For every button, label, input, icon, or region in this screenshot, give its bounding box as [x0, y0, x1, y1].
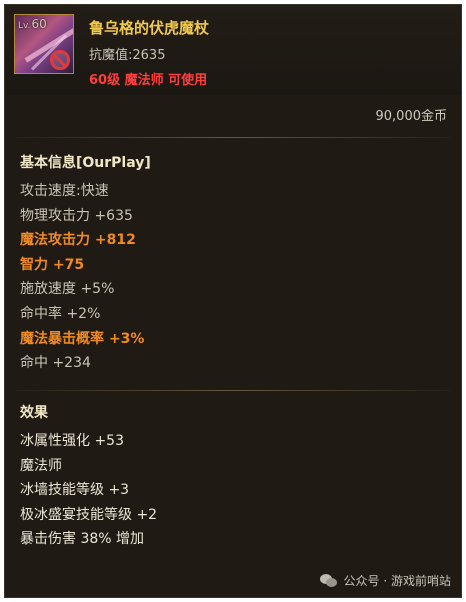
basic-stat-row: 攻击速度:快速: [20, 183, 109, 199]
level-prefix: Lv.: [18, 21, 31, 31]
divider: [15, 390, 451, 391]
effects-section: 效果 冰属性强化 +53 魔法师冰墙技能等级 +3 极冰盛宴技能等级 +2 暴击伤害 …: [20, 402, 157, 552]
basic-stat-row: 智力 +75: [20, 256, 85, 273]
basic-stat-row: 魔法暴击概率 +3%: [20, 330, 145, 347]
effect-row: 极冰盛宴技能等级 +2: [20, 506, 158, 523]
usage-requirement: 60级 魔法师 可使用: [89, 73, 208, 88]
effect-row: 冰属性强化 +53: [20, 433, 124, 449]
resist-value: 抗魔值:2635: [89, 48, 166, 63]
divider: [15, 137, 451, 138]
effects-list: 冰属性强化 +53 魔法师冰墙技能等级 +3 极冰盛宴技能等级 +2 暴击伤害 38%…: [20, 429, 157, 552]
effects-title: 效果: [20, 405, 48, 421]
level-badge: Lv.60: [18, 17, 47, 31]
basic-info-list: 攻击速度:快速物理攻击力 +635 魔法攻击力 +812 智力 +75 施放速度 +5…: [20, 179, 151, 376]
basic-stat-row: 施放速度 +5%: [20, 281, 115, 298]
basic-stat-row: 命中 +234: [20, 355, 91, 372]
item-icon: Lv.60: [14, 14, 74, 74]
effect-row: 魔法师: [20, 457, 62, 474]
basic-stat-row: 命中率 +2%: [20, 305, 101, 322]
watermark: 公众号 · 游戏前哨站: [319, 572, 451, 589]
level-value: 60: [31, 17, 47, 31]
basic-info-title: 基本信息[OurPlay]: [20, 155, 151, 171]
effect-row: 冰墙技能等级 +3: [20, 482, 130, 499]
watermark-text: 公众号 · 游戏前哨站: [343, 574, 451, 588]
item-name: 鲁乌格的伏虎魔杖: [89, 19, 210, 37]
item-tooltip: Lv.60 鲁乌格的伏虎魔杖 抗魔值:2635 60级 魔法师 可使用 90,0…: [4, 4, 462, 598]
tooltip-header: Lv.60 鲁乌格的伏虎魔杖 抗魔值:2635 60级 魔法师 可使用: [5, 5, 461, 95]
effect-row: 暴击伤害 38% 增加: [20, 531, 145, 548]
wechat-icon: [319, 573, 338, 588]
forbidden-icon: [50, 50, 70, 70]
basic-stat-row: 魔法攻击力 +812: [20, 232, 136, 249]
basic-stat-row: 物理攻击力 +635: [20, 207, 133, 224]
item-price: 90,000金币: [375, 109, 448, 124]
basic-info-section: 基本信息[OurPlay] 攻击速度:快速物理攻击力 +635 魔法攻击力 +81…: [20, 152, 151, 376]
